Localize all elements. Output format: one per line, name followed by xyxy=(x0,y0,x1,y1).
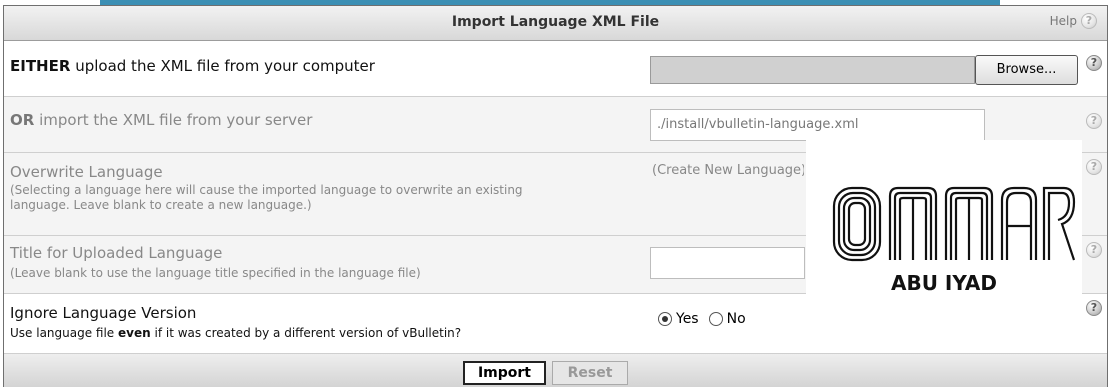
logo-subtitle: ABU IYAD xyxy=(891,271,997,295)
title-description: (Leave blank to use the language title s… xyxy=(10,266,421,280)
server-label: OR import the XML file from your server xyxy=(10,111,312,129)
server-label-text: import the XML file from your server xyxy=(39,111,313,129)
browse-button[interactable]: Browse... xyxy=(975,55,1078,85)
either-prefix: EITHER xyxy=(10,57,71,75)
question-icon[interactable]: ? xyxy=(1086,113,1102,129)
radio-no-label: No xyxy=(726,311,746,327)
overwrite-description: (Selecting a language here will cause th… xyxy=(10,183,523,212)
question-icon[interactable]: ? xyxy=(1086,159,1102,175)
ignore-version-radios: Yes No xyxy=(658,311,746,327)
upload-label-text: upload the XML file from your computer xyxy=(75,57,375,75)
desc-before: Use language file xyxy=(10,326,115,340)
omar-logo: ABU IYAD xyxy=(806,140,1082,317)
help-link[interactable]: Help ? xyxy=(1050,13,1097,29)
panel-header: Import Language XML File Help ? xyxy=(4,6,1107,41)
radio-no-circle[interactable] xyxy=(708,312,723,326)
upload-row: EITHER upload the XML file from your com… xyxy=(4,41,1107,97)
question-icon[interactable]: ? xyxy=(1081,13,1097,29)
overwrite-label: Overwrite Language xyxy=(10,163,163,181)
question-icon[interactable]: ? xyxy=(1086,242,1102,258)
help-label: Help xyxy=(1049,14,1077,28)
question-icon[interactable]: ? xyxy=(1086,300,1102,316)
title-label: Title for Uploaded Language xyxy=(10,244,223,262)
radio-yes-label: Yes xyxy=(676,311,699,327)
ignore-version-label: Ignore Language Version xyxy=(10,304,197,322)
radio-yes[interactable]: Yes xyxy=(658,311,699,327)
omar-logo-graphic: ABU IYAD xyxy=(832,186,1076,295)
overwrite-language-select[interactable]: (Create New Language) xyxy=(652,160,804,184)
ignore-version-description: Use language file even if it was created… xyxy=(10,326,570,341)
form-footer: Import Reset xyxy=(4,354,1107,387)
reset-button[interactable]: Reset xyxy=(552,361,628,385)
or-prefix: OR xyxy=(10,111,35,129)
radio-no[interactable]: No xyxy=(708,311,746,327)
upload-label: EITHER upload the XML file from your com… xyxy=(10,57,375,75)
file-path-input[interactable] xyxy=(650,56,975,84)
server-path-input[interactable]: ./install/vbulletin-language.xml xyxy=(650,109,985,141)
question-icon[interactable]: ? xyxy=(1086,55,1102,71)
desc-emphasis: even xyxy=(118,326,151,340)
import-button[interactable]: Import xyxy=(463,361,546,385)
radio-yes-circle[interactable] xyxy=(658,312,672,326)
page-title: Import Language XML File xyxy=(451,14,660,30)
title-input[interactable] xyxy=(650,247,805,279)
desc-after: if it was created by a different version… xyxy=(154,326,462,340)
